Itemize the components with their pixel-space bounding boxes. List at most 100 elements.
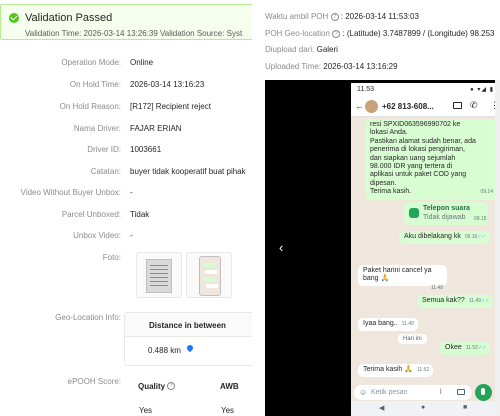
message-text: Terima kasih 🙏 (363, 366, 413, 373)
detail-value: FAJAR ERIAN (130, 124, 182, 133)
quality-value: Yes (139, 406, 153, 415)
help-icon[interactable]: ? (167, 382, 175, 390)
detail-value: buyer tidak kooperatif buat pihak (130, 167, 246, 176)
voice-call-message: Telepon suara Tidak dijawab 09.15 (404, 202, 488, 225)
upload-source-value: Galeri (316, 45, 338, 54)
message-line: 98.000 IDR yang tertera di (370, 163, 453, 171)
back-arrow-icon: ← (355, 101, 364, 111)
detail-label: Video Without Buyer Unbox: (20, 188, 121, 197)
detail-label: Parcel Unboxed: (61, 210, 121, 219)
phone-status-bar: 11.53 ● ▾◢ ▮ (351, 83, 500, 97)
chat-message-out: Okee 11.52✓✓ (440, 342, 491, 356)
help-icon[interactable]: ? (332, 29, 341, 38)
viewer-scrollbar[interactable] (495, 80, 500, 416)
detail-row-on-hold-time: On Hold Time: 2026-03-14 13:16:23 (0, 80, 252, 94)
detail-row-driver-name: Nama Driver: FAJAR ERIAN (0, 124, 252, 138)
detail-label: Driver ID: (87, 145, 121, 154)
check-circle-icon (9, 13, 19, 23)
chat-message-in: Iyaa bang.. 11.49 (358, 318, 418, 332)
nav-back-icon: ◀ (379, 405, 385, 412)
phone-call-icon: ✆ (470, 100, 478, 110)
detail-value: [R172] Recipient reject (130, 102, 211, 111)
read-ticks-icon: ✓✓ (480, 298, 490, 304)
video-call-icon (453, 102, 462, 109)
awb-value: Yes (221, 406, 235, 415)
attach-icon: ⌇ (439, 389, 443, 396)
help-icon[interactable]: ? (330, 12, 339, 21)
emoji-icon: ☺ (359, 388, 368, 397)
detail-value: - (130, 188, 133, 197)
chat-message-in: Paket harini cancel ya bang 🙏 11.48 (358, 265, 447, 291)
geo-table-header: Distance in between (125, 313, 252, 337)
detail-label: On Hold Time: (69, 80, 121, 89)
poh-taken-time: Waktu ambil POH ? : 2026-03-14 11:53:03 (265, 12, 419, 21)
chevron-left-icon[interactable]: ‹ (279, 240, 283, 255)
photo-thumbnail-chat[interactable] (186, 252, 232, 298)
message-text: Iyaa bang.. (363, 320, 398, 327)
detail-label: On Hold Reason: (59, 102, 121, 111)
message-time: 09.16 (464, 234, 478, 240)
validation-status-title: Validation Passed (25, 12, 113, 24)
poh-geo-value: : (Latitude) 3.7487899 / (Longitude) 98.… (342, 29, 495, 38)
message-time: 09.15 (474, 216, 487, 222)
message-time: 11.52 (465, 345, 478, 351)
message-line: dan siapkan uang sejumlah (370, 154, 456, 162)
upload-source-label: Diupload dari: (265, 45, 315, 54)
detail-label: Unbox Video: (73, 231, 121, 240)
message-line: penerima di lokasi pengiriman, (370, 146, 465, 154)
message-line: Terima kasih. 09.14 (370, 188, 493, 196)
detail-row-video-without-unbox: Video Without Buyer Unbox: - (0, 188, 252, 202)
message-time: 11.49 (401, 321, 414, 327)
poh-geo-label: POH Geo-location (265, 29, 330, 38)
uploaded-time-value: 2026-03-14 13:16:29 (323, 62, 398, 71)
message-line: dipesan. (370, 179, 397, 187)
detail-row-unbox-video: Unbox Video: - (0, 231, 252, 245)
contact-name: +62 813-608... (382, 102, 434, 111)
detail-label: ePOOH Score: (67, 377, 121, 386)
voice-call-title: Telepon suara (423, 205, 470, 212)
chat-header: ← +62 813-608... ✆ ⋮ (351, 97, 500, 117)
image-viewer[interactable]: ‹ 11.53 ● ▾◢ ▮ ← +62 813-608... ✆ ⋮ resi… (265, 80, 500, 416)
mic-icon (475, 384, 492, 401)
detail-value: 1003661 (130, 145, 162, 154)
detail-label: Nama Driver: (73, 124, 121, 133)
detail-row-operation-mode: Operation Mode: Online (0, 58, 252, 72)
message-composer: ☺ Ketik pesan ⌇ (351, 384, 500, 401)
message-text: Semua kak?? (422, 297, 465, 304)
chat-message-in: Terima kasih 🙏 11.52 (358, 364, 434, 378)
avatar (365, 100, 378, 113)
geo-distance-header: Distance in between (149, 321, 226, 330)
detail-row-parcel-unboxed: Parcel Unboxed: Tidak (0, 210, 252, 224)
read-ticks-icon: ✓✓ (477, 234, 486, 240)
android-nav-bar: ◀ ● ■ (351, 401, 500, 416)
message-text: Aku dibelakang kk (404, 233, 461, 240)
map-pin-icon[interactable] (185, 343, 195, 353)
detail-label: Catatan: (90, 167, 121, 176)
message-placeholder: Ketik pesan (371, 389, 408, 396)
chat-screenshot: 11.53 ● ▾◢ ▮ ← +62 813-608... ✆ ⋮ resi S… (351, 83, 500, 416)
read-ticks-icon: ✓✓ (477, 345, 487, 351)
score-table-header: Quality ? AWB (124, 376, 252, 396)
validation-meta: Validation Time: 2026-03-14 13:26:39 Val… (25, 29, 243, 38)
message-line: aplikasi untuk paket COD yang (370, 171, 467, 179)
message-line: lokasi Anda. (370, 129, 408, 137)
order-detail-panel: Validation Passed Validation Time: 2026-… (0, 0, 252, 416)
status-icons: ● ▾◢ ▮ (470, 87, 494, 93)
photo-thumbnail-receipt[interactable] (136, 252, 182, 298)
detail-value: Tidak (130, 210, 150, 219)
camera-icon (457, 389, 465, 395)
detail-row-on-hold-reason: On Hold Reason: [R172] Recipient reject (0, 102, 252, 116)
phone-call-icon (409, 208, 419, 218)
message-time: 11.48 (430, 284, 443, 291)
nav-home-icon: ● (421, 404, 426, 411)
awb-header: AWB (220, 382, 239, 391)
geo-distance-value: 0.488 km (148, 346, 181, 355)
chat-message-out: resi SPXID063596990702 ke lokasi Anda. P… (365, 119, 497, 200)
poh-photo-panel: Waktu ambil POH ? : 2026-03-14 11:53:03 … (256, 0, 500, 416)
nav-recents-icon: ■ (463, 404, 468, 411)
message-time: 11.49 (468, 298, 481, 304)
message-input: ☺ Ketik pesan ⌇ (354, 385, 472, 400)
chat-message-out: Aku dibelakang kk 09.16✓✓ (399, 231, 490, 245)
message-line: resi SPXID063596990702 ke (370, 121, 461, 128)
geo-location-table: Distance in between 0.488 km (124, 312, 252, 366)
